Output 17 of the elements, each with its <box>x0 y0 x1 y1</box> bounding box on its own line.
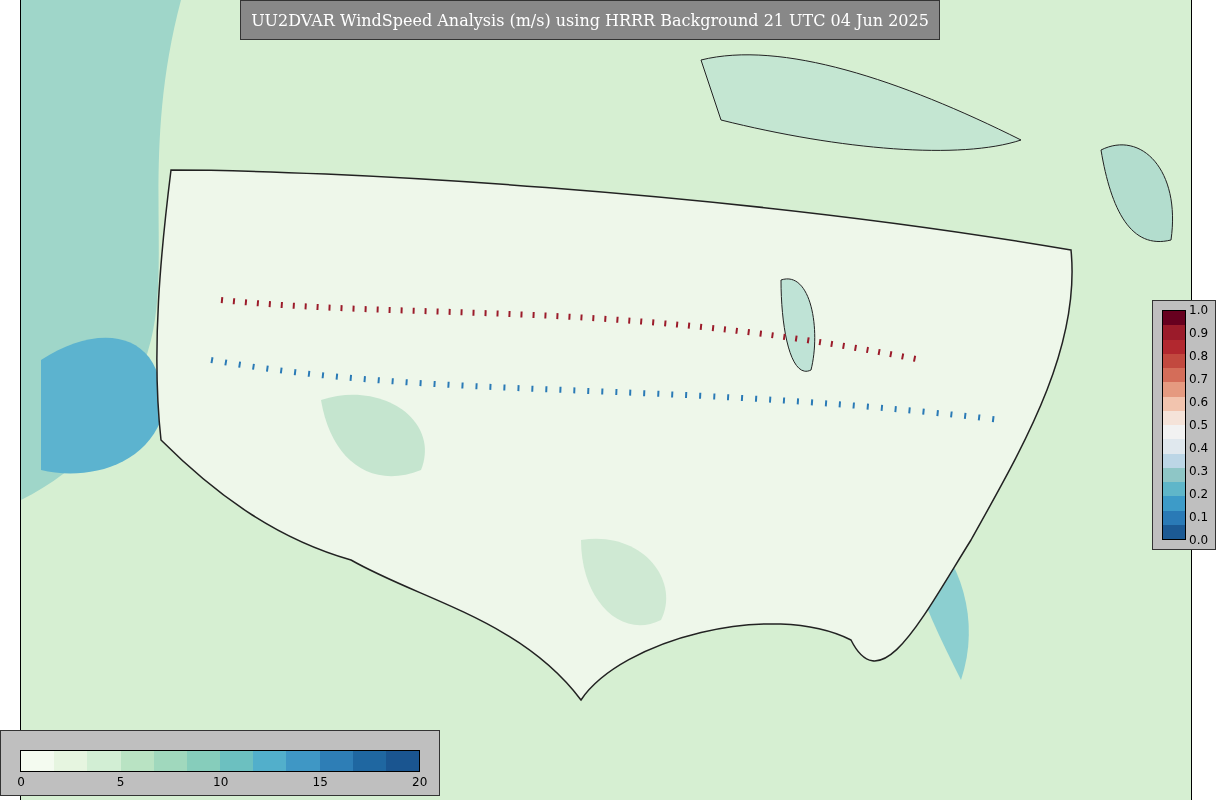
tick-label: 0.2 <box>1189 486 1209 502</box>
tick-label: 0.0 <box>1189 532 1209 548</box>
tick-label: 5 <box>115 774 126 790</box>
tick-label: 10 <box>213 774 227 790</box>
tick-label: 0.9 <box>1189 325 1209 341</box>
tick-label: 0 <box>16 774 26 790</box>
tick-label: 0.1 <box>1189 509 1209 525</box>
tick-label: 0.3 <box>1189 463 1209 479</box>
tick-label: 0.4 <box>1189 440 1209 456</box>
tick-label: 0.8 <box>1189 348 1209 364</box>
tick-label: 1.0 <box>1189 302 1209 318</box>
tick-label: 20 <box>412 774 426 790</box>
tick-label: 0.7 <box>1189 371 1209 387</box>
tick-label: 0.5 <box>1189 417 1209 433</box>
map-title: UU2DVAR WindSpeed Analysis (m/s) using HRRR Background 21 UTC 04 Jun 2025 <box>240 0 940 40</box>
tick-label: 15 <box>312 774 327 790</box>
tick-label: 0.6 <box>1189 394 1209 410</box>
